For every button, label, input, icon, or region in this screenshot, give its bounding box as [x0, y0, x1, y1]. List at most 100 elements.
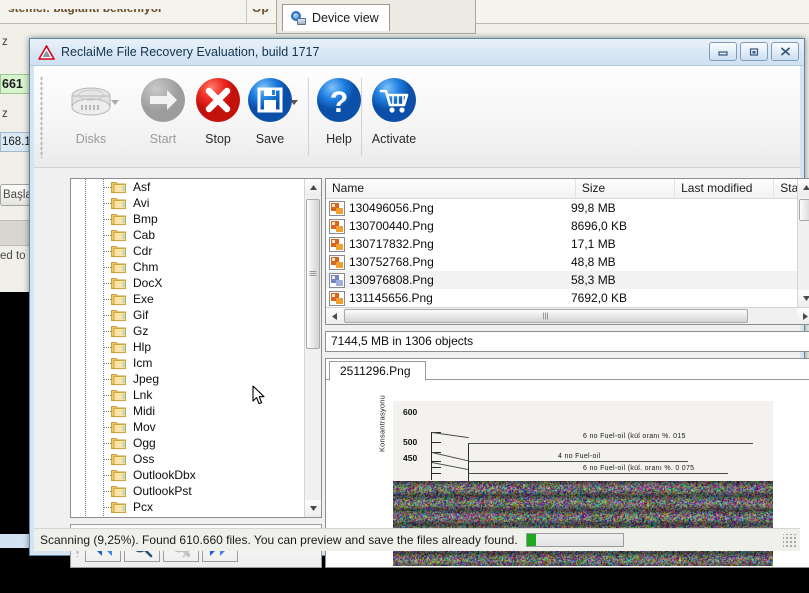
- toolbar-disks-button[interactable]: Disks: [58, 74, 124, 160]
- folder-icon: [111, 228, 126, 241]
- file-name: 130717832.Png: [349, 237, 434, 251]
- tree-item-label: Pcx: [133, 500, 154, 514]
- folder-icon: [111, 340, 126, 353]
- tree-item-bmp[interactable]: Bmp: [71, 211, 304, 227]
- folder-tree-panel[interactable]: Asf Avi Bmp Cab Cdr Chm DocX Exe Gif Gz Hlp Icm Jpeg…: [70, 178, 322, 518]
- tree-item-docx[interactable]: DocX: [71, 275, 304, 291]
- status-text: Scanning (9,25%). Found 610.660 files. Y…: [40, 533, 518, 547]
- tree-item-outlookpst[interactable]: OutlookPst: [71, 483, 304, 499]
- toolbar-disks-label: Disks: [75, 132, 107, 146]
- tree-item-pcx[interactable]: Pcx: [71, 499, 304, 515]
- file-list-rows: 130496056.Png 99,8 MB 130700440.Png 8696,0 …: [326, 199, 797, 324]
- folder-icon: [111, 468, 126, 481]
- tree-item-icm[interactable]: Icm: [71, 355, 304, 371]
- image-file-icon: [329, 200, 345, 216]
- background-side-label-2: z: [2, 108, 8, 120]
- folder-icon: [111, 292, 126, 305]
- tree-item-gif[interactable]: Gif: [71, 307, 304, 323]
- folder-icon: [111, 260, 126, 273]
- tree-scroll-up-button[interactable]: [305, 179, 321, 196]
- tree-item-cdr[interactable]: Cdr: [71, 243, 304, 259]
- tree-item-ogg[interactable]: Ogg: [71, 435, 304, 451]
- tree-item-asf[interactable]: Asf: [71, 179, 304, 195]
- question-mark-icon: ?: [313, 74, 365, 126]
- file-list-scrollbar-thumb[interactable]: [799, 199, 809, 221]
- toolbar-help-label: Help: [326, 132, 352, 146]
- background-tab-strip: Device view: [276, 0, 476, 34]
- tree-item-label: Ogg: [133, 436, 156, 450]
- chart-annotation-3: 6 no Fuel-oil (kül. oranı %. 0 075: [583, 465, 695, 472]
- background-status-text-right: Op: [252, 1, 269, 15]
- svg-text:?: ?: [330, 86, 348, 119]
- tree-item-avi[interactable]: Avi: [71, 195, 304, 211]
- maximize-button[interactable]: [740, 42, 768, 61]
- tree-scroll-down-button[interactable]: [305, 500, 321, 517]
- table-row[interactable]: 131145656.Png 7692,0 KB: [326, 289, 797, 307]
- table-row[interactable]: 130752768.Png 48,8 MB: [326, 253, 797, 271]
- table-row[interactable]: 130700440.Png 8696,0 KB: [326, 217, 797, 235]
- tree-item-label: Bmp: [133, 212, 158, 226]
- table-row[interactable]: 130496056.Png 99,8 MB: [326, 199, 797, 217]
- tree-item-chm[interactable]: Chm: [71, 259, 304, 275]
- chart-ytick-450: 450: [403, 453, 418, 463]
- tree-item-outlookdbx[interactable]: OutlookDbx: [71, 467, 304, 483]
- folder-icon: [111, 276, 126, 289]
- tree-item-label: Hlp: [133, 340, 152, 354]
- status-bar: Scanning (9,25%). Found 610.660 files. Y…: [34, 528, 800, 551]
- tree-item-label: Cdr: [133, 244, 153, 258]
- folder-icon: [111, 372, 126, 385]
- file-list-vertical-scrollbar[interactable]: [797, 179, 809, 307]
- tree-item-lnk[interactable]: Lnk: [71, 387, 304, 403]
- tree-item-jpeg[interactable]: Jpeg: [71, 371, 304, 387]
- save-dropdown-caret[interactable]: [290, 100, 298, 105]
- folder-icon: [111, 196, 126, 209]
- toolbar-activate-button[interactable]: Activate: [361, 74, 427, 160]
- screen: stemci: bağlantı bekleniyor Op Device vi…: [0, 0, 809, 593]
- tree-item-cab[interactable]: Cab: [71, 227, 304, 243]
- file-list-hscroll-thumb[interactable]: [344, 309, 748, 323]
- folder-icon: [111, 212, 126, 225]
- column-header-name[interactable]: Name: [326, 179, 576, 198]
- window-title-bar[interactable]: ReclaiMe File Recovery Evaluation, build…: [30, 39, 804, 66]
- file-size: 58,3 MB: [571, 273, 616, 287]
- resize-grip[interactable]: [783, 534, 796, 547]
- file-list-horizontal-scrollbar[interactable]: [326, 307, 809, 324]
- tree-item-hlp[interactable]: Hlp: [71, 339, 304, 355]
- tree-scrollbar-thumb[interactable]: [306, 199, 320, 349]
- tree-item-midi[interactable]: Midi: [71, 403, 304, 419]
- tree-item-gz[interactable]: Gz: [71, 323, 304, 339]
- background-side-label-1: z: [2, 36, 8, 48]
- file-list-header: Name Size Last modified Statu: [326, 179, 809, 199]
- image-file-icon: [329, 272, 345, 288]
- arrow-right-icon: [137, 74, 189, 126]
- tab-device-view[interactable]: Device view: [282, 4, 390, 31]
- preview-tab[interactable]: 2511296.Png: [329, 361, 426, 381]
- toolbar-start-label: Start: [149, 132, 177, 146]
- minimize-button[interactable]: [709, 42, 737, 61]
- folder-icon: [111, 388, 126, 401]
- tree-vertical-scrollbar[interactable]: [304, 179, 321, 517]
- file-scroll-right-button[interactable]: [797, 308, 809, 324]
- tree-item-oss[interactable]: Oss: [71, 451, 304, 467]
- column-header-size[interactable]: Size: [576, 179, 676, 198]
- file-list-panel[interactable]: Name Size Last modified Statu 130496056.…: [325, 178, 809, 325]
- toolbar-grip[interactable]: [40, 76, 43, 158]
- tree-item-label: Gif: [133, 308, 149, 322]
- tree-item-exe[interactable]: Exe: [71, 291, 304, 307]
- disks-dropdown-caret[interactable]: [111, 100, 119, 105]
- table-row[interactable]: 130717832.Png 17,1 MB: [326, 235, 797, 253]
- file-scroll-left-button[interactable]: [326, 308, 343, 324]
- column-header-last-modified[interactable]: Last modified: [675, 179, 775, 198]
- table-row[interactable]: 130976808.Png 58,3 MB: [326, 271, 797, 289]
- chart-ytick-500: 500: [403, 437, 418, 447]
- close-button[interactable]: [771, 42, 799, 61]
- image-file-icon: [329, 218, 345, 234]
- tree-item-label: Chm: [133, 260, 159, 274]
- folder-icon: [111, 180, 126, 193]
- toolbar-save-button[interactable]: Save: [237, 74, 303, 160]
- tree-item-mov[interactable]: Mov: [71, 419, 304, 435]
- file-scroll-down-button[interactable]: [798, 290, 809, 307]
- folder-tree-list: Asf Avi Bmp Cab Cdr Chm DocX Exe Gif Gz Hlp Icm Jpeg…: [71, 179, 304, 517]
- corrupted-image-noise: [393, 481, 773, 566]
- file-scroll-up-button[interactable]: [798, 179, 809, 196]
